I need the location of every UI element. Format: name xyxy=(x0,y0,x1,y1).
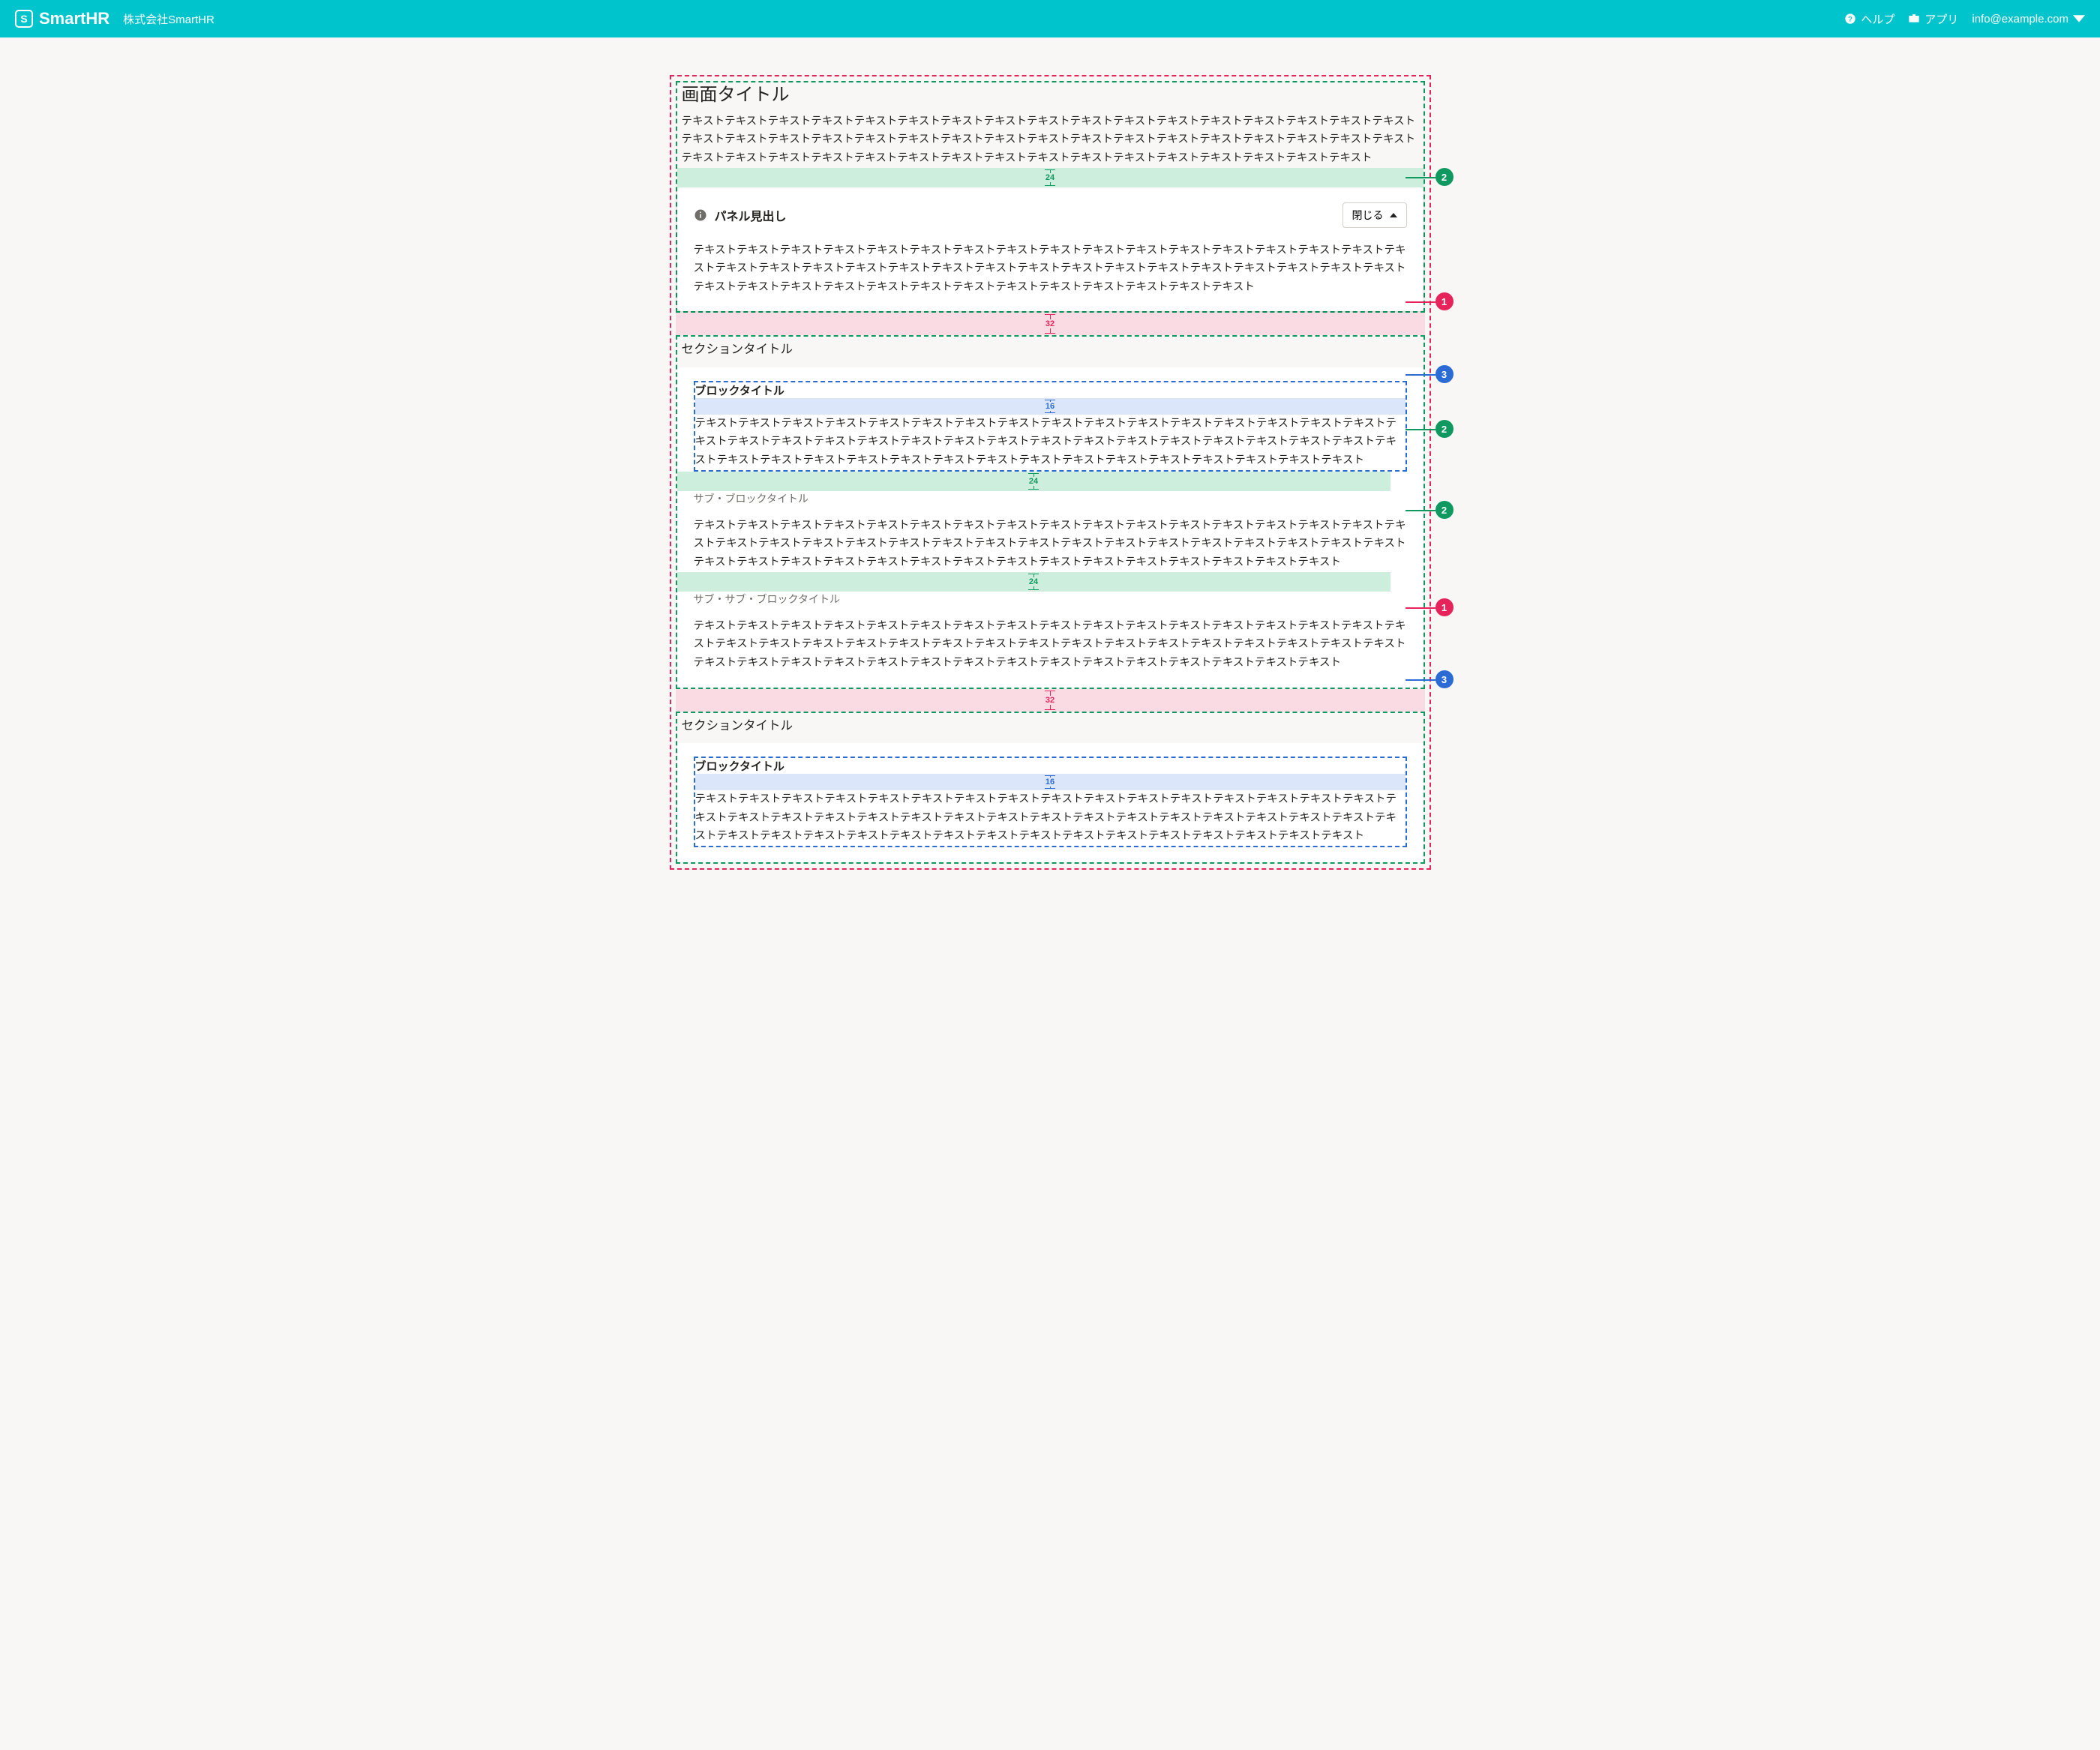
caret-down-icon xyxy=(2073,13,2085,25)
spacing-band-16: 16 xyxy=(695,398,1406,415)
sub-sub-block-title: サブ・サブ・ブロックタイトル xyxy=(694,592,1407,607)
panel-body-text: テキストテキストテキストテキストテキストテキストテキストテキストテキストテキスト… xyxy=(694,241,1407,297)
sub-block-text: テキストテキストテキストテキストテキストテキストテキストテキストテキストテキスト… xyxy=(694,517,1407,572)
spacing-band-32: 32 xyxy=(676,313,1425,335)
user-menu[interactable]: info@example.com xyxy=(1972,13,2085,25)
spacing-band-24: 24 xyxy=(677,168,1424,187)
sub-block-title: サブ・ブロックタイトル xyxy=(694,491,1407,506)
page-lead-text: テキストテキストテキストテキストテキストテキストテキストテキストテキストテキスト… xyxy=(682,112,1419,168)
section-2-white-block: ブロックタイトル 16 テキストテキストテキストテキストテキストテキストテキスト… xyxy=(677,743,1424,862)
sub-sub-block-text: テキストテキストテキストテキストテキストテキストテキストテキストテキストテキスト… xyxy=(694,617,1407,673)
app-logo: S SmartHR xyxy=(15,9,110,28)
frame-32-red: 画面タイトル テキストテキストテキストテキストテキストテキストテキストテキストテ… xyxy=(670,75,1431,870)
help-icon: ? xyxy=(1844,13,1856,25)
annotation-badge-2: 2 xyxy=(1436,501,1454,519)
app-header: S SmartHR 株式会社SmartHR ? ヘルプ アプリ info@exa… xyxy=(0,0,2100,37)
annotation-badge-1: 1 xyxy=(1436,598,1454,616)
section-title: セクションタイトル xyxy=(682,340,1419,359)
help-link[interactable]: ? ヘルプ xyxy=(1844,11,1894,27)
user-email: info@example.com xyxy=(1972,13,2068,25)
frame-24-green-section-1: セクションタイトル ブロックタイトル 16 テキストテキストテキストテキストテキ… xyxy=(676,335,1425,688)
info-icon xyxy=(694,208,707,222)
help-label: ヘルプ xyxy=(1861,11,1894,27)
annotation-badge-1: 1 xyxy=(1436,292,1454,310)
section-1-white-block: ブロックタイトル 16 テキストテキストテキストテキストテキストテキストテキスト… xyxy=(677,367,1424,688)
spacing-band-32: 32 xyxy=(676,689,1425,712)
frame-24-green-intro: 画面タイトル テキストテキストテキストテキストテキストテキストテキストテキストテ… xyxy=(676,81,1425,313)
apps-label: アプリ xyxy=(1924,11,1958,27)
info-panel: パネル見出し 閉じる テキストテキストテキストテキストテキストテキストテキストテ… xyxy=(677,187,1424,312)
page-title: 画面タイトル xyxy=(682,82,1419,108)
logo-mark-icon: S xyxy=(15,10,33,28)
block-text: テキストテキストテキストテキストテキストテキストテキストテキストテキストテキスト… xyxy=(695,790,1406,846)
block-text: テキストテキストテキストテキストテキストテキストテキストテキストテキストテキスト… xyxy=(695,415,1406,470)
block-title: ブロックタイトル xyxy=(695,758,1406,774)
frame-16-blue: ブロックタイトル 16 テキストテキストテキストテキストテキストテキストテキスト… xyxy=(694,381,1407,472)
annotation-badge-3: 3 xyxy=(1436,670,1454,688)
apps-icon xyxy=(1908,13,1920,25)
caret-up-icon xyxy=(1390,213,1397,217)
panel-close-label: 閉じる xyxy=(1352,208,1384,223)
spacing-band-24: 24 xyxy=(677,472,1390,491)
app-name: SmartHR xyxy=(39,9,110,28)
frame-24-green-section-2: セクションタイトル ブロックタイトル 16 テキストテキストテキストテキストテキ… xyxy=(676,712,1425,864)
svg-text:?: ? xyxy=(1848,15,1852,22)
panel-heading: パネル見出し xyxy=(715,206,787,224)
spacing-band-16: 16 xyxy=(695,774,1406,790)
panel-close-button[interactable]: 閉じる xyxy=(1342,202,1407,228)
annotation-badge-2: 2 xyxy=(1436,420,1454,438)
tenant-name: 株式会社SmartHR xyxy=(123,11,214,27)
annotation-badge-2: 2 xyxy=(1436,168,1454,186)
apps-link[interactable]: アプリ xyxy=(1908,11,1958,27)
section-title: セクションタイトル xyxy=(682,716,1419,736)
frame-16-blue: ブロックタイトル 16 テキストテキストテキストテキストテキストテキストテキスト… xyxy=(694,757,1407,847)
spacing-band-24: 24 xyxy=(677,572,1390,592)
annotation-badge-3: 3 xyxy=(1436,365,1454,383)
block-title: ブロックタイトル xyxy=(695,382,1406,398)
